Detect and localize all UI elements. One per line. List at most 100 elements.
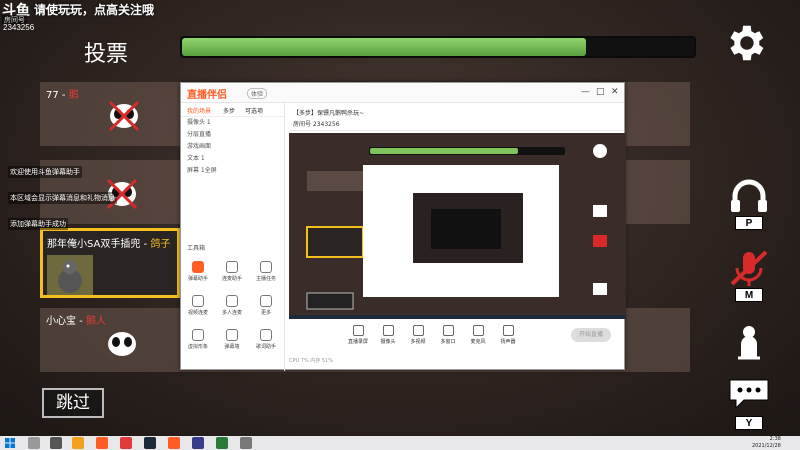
scene-tabs: 我的场景 多步 可选项 xyxy=(181,103,284,117)
avatar-icon xyxy=(192,329,204,341)
window-icon xyxy=(442,325,454,336)
tab-scenes[interactable]: 我的场景 xyxy=(187,106,211,115)
dead-goose-icon xyxy=(108,100,140,132)
scene-panel: 我的场景 多步 可选项 摄像头 1 分层直播 游戏画面 文本 1 屏幕 1全屏 … xyxy=(181,103,285,371)
stream-marquee: 请使玩玩，点高关注哦 xyxy=(34,3,155,17)
notice-line: 本区域会显示弹幕消息和礼物消息 xyxy=(8,192,117,204)
chat-control[interactable]: Y xyxy=(726,376,772,432)
folder-icon[interactable] xyxy=(72,437,84,449)
scene-item[interactable]: 分层直播 xyxy=(181,129,284,141)
streaming-companion-window: 直播伴侣 体验 — □ ✕ 我的场景 多步 可选项 摄像头 1 分层直播 游戏画… xyxy=(180,82,626,371)
tasks-icon xyxy=(260,261,272,273)
tool-screen-record[interactable]: 直播录屏 xyxy=(343,325,373,345)
microphone-muted-icon xyxy=(730,250,768,286)
player-figure-button[interactable] xyxy=(726,322,772,362)
companion-icon[interactable] xyxy=(168,437,180,449)
game-stage: 斗鱼 房间号 2343256 请使玩玩，点高关注哦 投票 77 - 鹅 那年俺小… xyxy=(0,0,800,436)
tool-lyrics[interactable]: 歌词助手 xyxy=(251,329,281,350)
tool-multi-video[interactable]: 多视频 xyxy=(403,325,433,345)
push-to-talk-control[interactable]: P xyxy=(726,176,772,232)
skip-vote-button[interactable]: 跳过 xyxy=(42,388,104,418)
camera-icon xyxy=(382,325,394,336)
douyu-icon[interactable] xyxy=(96,437,108,449)
minimize-icon[interactable]: — xyxy=(581,87,590,97)
status-bar: CPU 7% 内存 51% xyxy=(289,358,333,364)
link-mic-icon xyxy=(226,261,238,273)
steam-icon[interactable] xyxy=(144,437,156,449)
tool-multi-window[interactable]: 多窗口 xyxy=(433,325,463,345)
player-label: 小心宝 - 鹅人 xyxy=(46,316,106,327)
preview-taskbar xyxy=(289,315,626,319)
video-icon xyxy=(412,325,424,336)
tool-tasks[interactable]: 主播任务 xyxy=(251,261,281,282)
vote-title: 投票 xyxy=(84,42,129,67)
key-hint: Y xyxy=(735,416,763,430)
microphone-icon xyxy=(472,325,484,336)
room-title[interactable]: 【多步】保镖凡鹅鸭杀玩~ xyxy=(293,108,364,117)
tool-multi-mic[interactable]: 多人连麦 xyxy=(217,295,247,316)
settings-gear-icon[interactable] xyxy=(722,20,768,66)
close-icon[interactable]: ✕ xyxy=(611,87,619,97)
scene-item[interactable]: 文本 1 xyxy=(181,153,284,165)
version-badge: 体验 xyxy=(247,88,268,99)
screen-icon xyxy=(352,325,364,336)
vote-timer-bar xyxy=(180,36,696,58)
app-icon[interactable] xyxy=(216,437,228,449)
maximize-icon[interactable]: □ xyxy=(596,87,605,97)
player-name: 77 xyxy=(46,90,59,101)
task-view-icon[interactable] xyxy=(50,437,62,449)
tool-danmaku[interactable]: 弹幕助手 xyxy=(183,261,213,282)
start-live-button[interactable]: 开始直播 xyxy=(571,328,611,342)
tool-speaker[interactable]: 扬声器 xyxy=(493,325,523,345)
scene-item[interactable]: 游戏画面 xyxy=(181,141,284,153)
lyrics-icon xyxy=(260,329,272,341)
tool-camera[interactable]: 摄像头 xyxy=(373,325,403,345)
clock-time: 2:38 xyxy=(769,436,781,442)
room-info: 【多步】保镖凡鹅鸭杀玩~ 房间号 2343256 xyxy=(289,105,624,131)
clock-date: 2021/12/28 xyxy=(752,443,781,449)
tool-more[interactable]: 更多 xyxy=(251,295,281,316)
more-icon xyxy=(260,295,272,307)
multi-mic-icon xyxy=(226,295,238,307)
room-meta: 房间号 2343256 xyxy=(293,121,340,128)
goose-icon xyxy=(108,332,136,356)
player-label: 77 - 鹅 xyxy=(46,90,79,101)
search-icon[interactable] xyxy=(28,437,40,449)
chat-bubble-icon xyxy=(729,379,769,410)
key-hint: P xyxy=(735,216,763,230)
app-icon[interactable] xyxy=(120,437,132,449)
wall-icon xyxy=(226,329,238,341)
tool-link-mic[interactable]: 连麦助手 xyxy=(217,261,247,282)
player-figure-icon xyxy=(738,326,760,360)
scene-item[interactable]: 摄像头 1 xyxy=(181,117,284,129)
player-avatar xyxy=(47,255,93,295)
recursive-preview-graphic xyxy=(289,133,626,319)
tool-video-mic[interactable]: 视频连麦 xyxy=(183,295,213,316)
tool-danmaku-wall[interactable]: 弹幕墙 xyxy=(217,329,247,350)
player-role: 鸽子 xyxy=(150,239,171,250)
headphones-icon xyxy=(731,179,767,212)
tab-options[interactable]: 可选项 xyxy=(245,106,263,115)
vote-timer-fill xyxy=(182,38,587,56)
key-hint: M xyxy=(735,288,763,302)
bottom-toolbar: 直播录屏 摄像头 多视频 多窗口 麦克风 扬声器 开始直播 xyxy=(289,323,624,353)
stream-preview xyxy=(289,133,626,319)
toolbox-header: 工具箱 xyxy=(187,245,206,252)
mute-control[interactable]: M xyxy=(726,248,772,304)
player-name: 小心宝 xyxy=(46,316,76,327)
danmaku-notices: 欢迎使用斗鱼弹幕助手 本区域会显示弹幕消息和礼物消息 添加弹幕助手成功 xyxy=(8,166,117,244)
tab-multistep[interactable]: 多步 xyxy=(223,106,235,115)
tool-avatar[interactable]: 虚拟形象 xyxy=(183,329,213,350)
video-mic-icon xyxy=(192,295,204,307)
room-id: 2343256 xyxy=(3,23,35,32)
notice-line: 添加弹幕助手成功 xyxy=(8,218,68,230)
goose-avatar-icon xyxy=(58,260,82,293)
windows-start-icon[interactable] xyxy=(4,437,16,449)
app-logo: 直播伴侣 xyxy=(187,90,227,101)
game-icon[interactable] xyxy=(192,437,204,449)
windows-taskbar: 2:38 2021/12/28 xyxy=(0,436,800,450)
app-icon[interactable] xyxy=(240,437,252,449)
scene-item[interactable]: 屏幕 1全屏 xyxy=(181,165,284,177)
notice-line: 欢迎使用斗鱼弹幕助手 xyxy=(8,166,82,178)
tool-microphone[interactable]: 麦克风 xyxy=(463,325,493,345)
